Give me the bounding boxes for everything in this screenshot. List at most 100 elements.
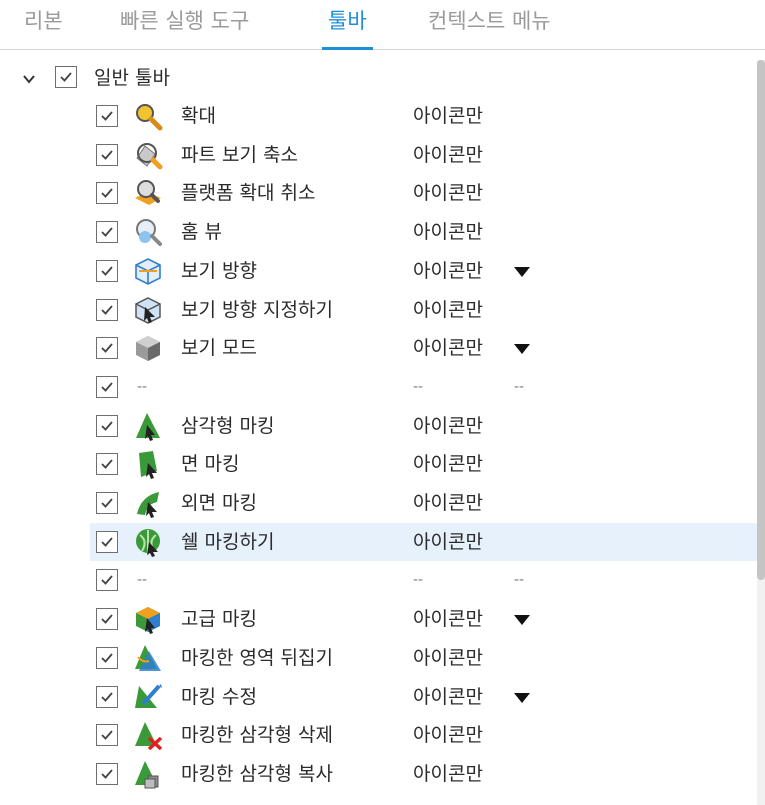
item-checkbox[interactable]	[96, 375, 118, 398]
display-mode[interactable]: 아이콘만	[413, 333, 483, 363]
edit-marking-icon	[135, 683, 162, 708]
item-checkbox[interactable]	[96, 762, 118, 785]
item-label: 마킹한 영역 뒤집기	[181, 646, 333, 669]
item-label: 외면 마킹	[181, 492, 257, 514]
item-checkbox[interactable]	[96, 646, 118, 669]
item-checkbox[interactable]	[96, 105, 118, 127]
caret-down-icon[interactable]	[514, 266, 530, 277]
view-mode-icon	[136, 336, 160, 362]
toolbar-item-row[interactable]: 플랫폼 확대 취소 아이콘만	[0, 174, 765, 212]
item-label: 플랫폼 확대 취소	[181, 182, 316, 205]
row-content: 파트 보기 축소 아이콘만	[0, 136, 765, 174]
display-mode[interactable]: 아이콘만	[413, 449, 483, 479]
tab-quick-access[interactable]: 빠른 실행 도구	[120, 6, 249, 44]
group-label: 일반 툴바	[94, 67, 170, 89]
row-content: 보기 방향 아이콘만	[0, 252, 765, 290]
separator-row[interactable]: -- -- --	[0, 561, 765, 599]
row-content: 마킹 수정 아이콘만	[0, 678, 765, 716]
platform-zoom-reset-icon	[135, 180, 161, 206]
toolbar-item-row[interactable]: 홈 뷰 아이콘만	[0, 213, 765, 251]
toolbar-item-row[interactable]: 마킹한 삼각형 복사 아이콘만	[0, 755, 765, 793]
display-mode[interactable]: 아이콘만	[413, 720, 483, 750]
tab-toolbar[interactable]: 툴바	[322, 6, 373, 50]
triangle-marking-icon	[136, 412, 160, 441]
item-checkbox[interactable]	[96, 182, 118, 205]
delete-marked-triangles-icon	[135, 722, 163, 751]
tab-context-menu[interactable]: 컨텍스트 메뉴	[428, 6, 551, 44]
toolbar-item-row[interactable]: 마킹한 영역 뒤집기 아이콘만	[0, 639, 765, 677]
scrollbar-thumb[interactable]	[757, 60, 765, 580]
item-label: --	[137, 378, 148, 395]
caret-down-icon[interactable]	[514, 344, 530, 355]
display-mode[interactable]: 아이콘만	[413, 759, 483, 789]
item-checkbox[interactable]	[96, 143, 118, 166]
group-header[interactable]: 일반 툴바	[0, 62, 765, 96]
toolbar-item-row[interactable]: 고급 마킹 아이콘만	[0, 600, 765, 638]
row-content: 삼각형 마킹 아이콘만	[0, 407, 765, 445]
display-mode[interactable]: 아이콘만	[413, 527, 483, 557]
row-content: 홈 뷰 아이콘만	[0, 213, 765, 251]
toolbar-item-row[interactable]: 삼각형 마킹 아이콘만	[0, 407, 765, 445]
group-checkbox[interactable]	[55, 66, 77, 88]
item-checkbox[interactable]	[96, 298, 118, 321]
separator-extra: --	[514, 572, 525, 589]
outer-face-marking-icon	[137, 492, 159, 518]
toolbar-item-row[interactable]: 보기 방향 아이콘만	[0, 252, 765, 290]
toolbar-item-row[interactable]: 보기 방향 지정하기 아이콘만	[0, 291, 765, 329]
item-label: 마킹한 삼각형 삭제	[181, 724, 333, 747]
item-label: 보기 방향 지정하기	[181, 298, 333, 321]
copy-marked-triangles-icon	[135, 760, 159, 789]
display-mode[interactable]: 아이콘만	[413, 178, 483, 208]
set-view-direction-icon	[135, 296, 161, 324]
row-content: 마킹한 삼각형 복사 아이콘만	[0, 755, 765, 793]
display-mode[interactable]: --	[413, 565, 423, 595]
toolbar-item-row[interactable]: 파트 보기 축소 아이콘만	[0, 136, 765, 174]
toolbar-item-row[interactable]: 확대 아이콘만	[0, 97, 765, 135]
toolbar-item-row[interactable]: 쉘 마킹하기 아이콘만	[90, 522, 760, 561]
item-label: --	[137, 572, 148, 589]
view-direction-icon	[135, 257, 161, 285]
display-mode[interactable]: 아이콘만	[413, 295, 483, 325]
toolbar-item-row[interactable]: 마킹한 삼각형 삭제 아이콘만	[0, 716, 765, 754]
item-checkbox[interactable]	[96, 724, 118, 747]
toolbar-item-row[interactable]: 보기 모드 아이콘만	[0, 329, 765, 367]
display-mode[interactable]: 아이콘만	[413, 488, 483, 518]
display-mode[interactable]: 아이콘만	[413, 140, 483, 170]
display-mode[interactable]: 아이콘만	[413, 682, 483, 712]
caret-down-icon[interactable]	[514, 615, 530, 626]
display-mode[interactable]: 아이콘만	[413, 604, 483, 634]
item-checkbox[interactable]	[96, 492, 118, 514]
row-content: 플랫폼 확대 취소 아이콘만	[0, 174, 765, 212]
zoom-out-part-icon	[136, 142, 163, 170]
item-checkbox[interactable]	[96, 259, 118, 282]
display-mode[interactable]: 아이콘만	[413, 217, 483, 247]
invert-marking-icon	[135, 644, 161, 671]
item-checkbox[interactable]	[96, 685, 118, 708]
home-view-icon	[136, 219, 162, 247]
item-checkbox[interactable]	[96, 530, 118, 553]
toolbar-item-row[interactable]: 외면 마킹 아이콘만	[0, 484, 765, 522]
display-mode[interactable]: 아이콘만	[413, 101, 483, 131]
display-mode[interactable]: 아이콘만	[413, 643, 483, 673]
separator-extra: --	[514, 378, 525, 395]
shell-marking-icon	[136, 528, 160, 557]
row-content: -- -- --	[0, 368, 765, 406]
item-checkbox[interactable]	[96, 453, 118, 476]
row-content: 고급 마킹 아이콘만	[0, 600, 765, 638]
caret-down-icon[interactable]	[514, 692, 530, 703]
item-checkbox[interactable]	[96, 569, 118, 592]
item-checkbox[interactable]	[96, 221, 118, 244]
row-content: -- -- --	[0, 561, 765, 599]
display-mode[interactable]: 아이콘만	[413, 256, 483, 286]
display-mode[interactable]: 아이콘만	[413, 411, 483, 441]
item-checkbox[interactable]	[96, 608, 118, 631]
separator-row[interactable]: -- -- --	[0, 368, 765, 406]
item-checkbox[interactable]	[96, 337, 118, 360]
toolbar-item-row[interactable]: 마킹 수정 아이콘만	[0, 678, 765, 716]
chevron-down-icon[interactable]	[22, 72, 36, 86]
display-mode[interactable]: --	[413, 372, 423, 402]
tab-ribbon[interactable]: 리본	[24, 6, 63, 44]
item-checkbox[interactable]	[96, 414, 118, 437]
toolbar-item-row[interactable]: 면 마킹 아이콘만	[0, 445, 765, 483]
row-content: 확대 아이콘만	[0, 97, 765, 135]
